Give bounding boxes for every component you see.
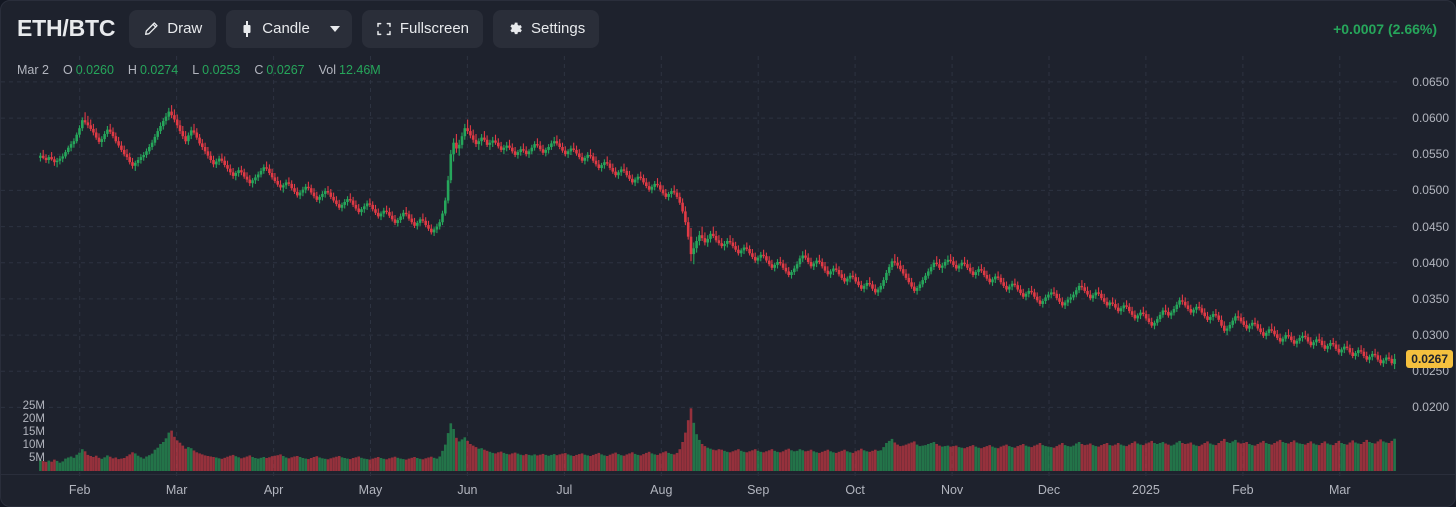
pen-icon <box>143 21 159 37</box>
gear-icon <box>507 21 523 37</box>
legend-high: H 0.0274 <box>127 63 179 77</box>
time-axis-label: Sep <box>747 483 770 497</box>
ohlc-legend: Mar 2 O 0.0260 H 0.0274 L 0.0253 C 0.0267 Vo… <box>17 63 381 77</box>
time-axis-label: Feb <box>1232 483 1254 497</box>
settings-button[interactable]: Settings <box>493 9 600 48</box>
candlestick-icon <box>240 20 254 38</box>
price-axis-label: 0.0400 <box>1412 255 1449 270</box>
price-axis-label: 0.0600 <box>1412 111 1449 126</box>
time-axis-label: Dec <box>1037 483 1061 497</box>
fullscreen-icon <box>376 21 392 37</box>
chart-toolbar: ETH/BTC Draw Candle Fullscreen Settings … <box>1 1 1455 56</box>
time-axis[interactable]: Feb Mar Apr May Jun Jul Aug Sep Oct Nov Dec 2025 Feb… <box>1 474 1455 506</box>
time-axis-label: Nov <box>940 483 964 497</box>
symbol-title: ETH/BTC <box>17 15 116 41</box>
fullscreen-button-label: Fullscreen <box>399 20 470 37</box>
volume-axis: 25M 20M 15M 10M 5M <box>1 56 49 476</box>
volume-axis-label: 20M <box>22 413 45 426</box>
time-axis-label: Oct <box>845 483 865 497</box>
settings-button-label: Settings <box>531 20 586 37</box>
chart-plot-area[interactable] <box>1 56 1401 476</box>
volume-axis-label: 25M <box>22 400 45 413</box>
time-axis-label: Jul <box>556 483 573 497</box>
draw-button[interactable]: Draw <box>129 9 217 48</box>
draw-button-label: Draw <box>167 20 203 37</box>
price-axis-label: 0.0350 <box>1412 291 1449 306</box>
time-axis-label: Feb <box>68 483 91 497</box>
price-axis-label: 0.0200 <box>1412 400 1449 415</box>
legend-low: L 0.0253 <box>192 63 241 77</box>
candlestick-series <box>39 105 1396 471</box>
time-axis-label: Mar <box>1329 483 1351 497</box>
legend-date: Mar 2 <box>17 63 49 77</box>
time-axis-label: Apr <box>263 483 284 497</box>
time-axis-label: Jun <box>457 483 478 497</box>
price-axis-label: 0.0500 <box>1412 183 1449 198</box>
volume-axis-label: 10M <box>22 439 45 452</box>
price-axis[interactable]: 0.0650 0.0600 0.0550 0.0500 0.0450 0.0400 0.03… <box>1399 56 1455 476</box>
fullscreen-button[interactable]: Fullscreen <box>361 9 484 48</box>
time-axis-label: Aug <box>650 483 673 497</box>
legend-close: C 0.0267 <box>254 63 305 77</box>
price-axis-label: 0.0450 <box>1412 219 1449 234</box>
price-change-indicator: +0.0007 (2.66%) <box>1333 20 1437 37</box>
time-axis-label: May <box>358 483 383 497</box>
volume-axis-label: 5M <box>29 452 45 465</box>
volume-axis-label: 15M <box>22 426 45 439</box>
time-axis-label: Mar <box>165 483 188 497</box>
candle-type-label: Candle <box>262 20 310 37</box>
time-axis-label: 2025 <box>1132 483 1160 497</box>
candle-type-button[interactable]: Candle <box>226 9 352 48</box>
price-axis-label: 0.0650 <box>1412 74 1449 89</box>
legend-open: O 0.0260 <box>62 63 114 77</box>
legend-volume: Vol 12.46M <box>318 63 381 77</box>
price-axis-label: 0.0550 <box>1412 147 1449 162</box>
chevron-down-icon[interactable] <box>329 25 340 32</box>
chart-widget: ETH/BTC Draw Candle Fullscreen Settings … <box>0 0 1456 507</box>
price-axis-label: 0.0300 <box>1412 328 1449 343</box>
last-price-badge: 0.0267 <box>1406 349 1453 368</box>
